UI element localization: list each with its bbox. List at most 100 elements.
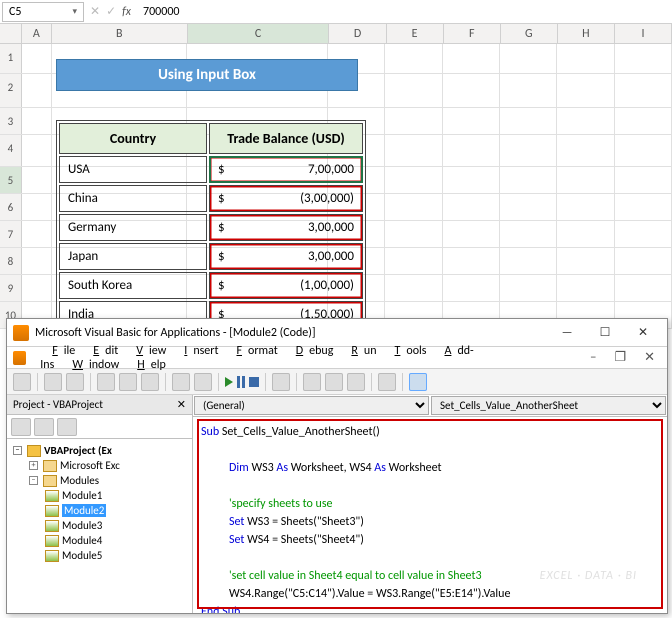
col-header-A[interactable]: A xyxy=(22,24,52,43)
menu-insert[interactable]: Insert xyxy=(172,342,224,360)
country-cell[interactable]: China xyxy=(59,185,207,212)
row-header-8[interactable]: 8 xyxy=(0,248,22,274)
cell[interactable] xyxy=(500,275,557,301)
minimize-button[interactable]: — xyxy=(549,322,585,344)
cell[interactable] xyxy=(500,167,557,193)
break-icon[interactable] xyxy=(237,376,245,388)
balance-cell[interactable]: $3,00,000 xyxy=(209,214,363,241)
table-row[interactable]: South Korea$(1,00,000) xyxy=(59,272,363,299)
object-dropdown[interactable]: (General) xyxy=(194,396,429,415)
design-mode-icon[interactable] xyxy=(272,373,290,391)
row-header-3[interactable]: 3 xyxy=(0,108,22,134)
help-icon[interactable] xyxy=(409,373,427,391)
tree-root[interactable]: −VBAProject (Ex xyxy=(11,443,188,458)
col-header-D[interactable]: D xyxy=(329,24,386,43)
view-code-icon[interactable] xyxy=(11,418,31,436)
row-header-9[interactable]: 9 xyxy=(0,275,22,301)
fx-icon[interactable]: fx xyxy=(122,5,131,19)
cell[interactable] xyxy=(615,74,672,107)
cell[interactable] xyxy=(557,74,614,107)
cell[interactable] xyxy=(557,167,614,193)
select-all-corner[interactable] xyxy=(0,24,22,43)
object-browser-icon[interactable] xyxy=(347,373,365,391)
view-excel-icon[interactable] xyxy=(13,373,31,391)
tree-module-module1[interactable]: Module1 xyxy=(11,488,188,503)
pane-close-icon[interactable]: ✕ xyxy=(177,398,186,411)
row-header-6[interactable]: 6 xyxy=(0,194,22,220)
row-header-4[interactable]: 4 xyxy=(0,135,22,166)
col-header-C[interactable]: C xyxy=(188,24,330,43)
table-row[interactable]: Japan$3,00,000 xyxy=(59,243,363,270)
cell[interactable] xyxy=(557,221,614,247)
col-header-H[interactable]: H xyxy=(558,24,615,43)
table-row[interactable]: Germany$3,00,000 xyxy=(59,214,363,241)
procedure-dropdown[interactable]: Set_Cells_Value_AnotherSheet xyxy=(431,396,666,415)
menu-format[interactable]: Format xyxy=(224,342,283,360)
cell[interactable] xyxy=(615,135,672,166)
cell[interactable] xyxy=(500,108,557,134)
insert-icon[interactable] xyxy=(44,373,62,391)
country-cell[interactable]: Germany xyxy=(59,214,207,241)
cell[interactable] xyxy=(443,44,500,73)
cell[interactable] xyxy=(22,221,52,247)
col-header-E[interactable]: E xyxy=(387,24,444,43)
cell[interactable] xyxy=(443,221,500,247)
cell[interactable] xyxy=(443,275,500,301)
cell[interactable] xyxy=(22,44,52,73)
cell[interactable] xyxy=(615,275,672,301)
cell[interactable] xyxy=(385,248,442,274)
cell[interactable] xyxy=(385,135,442,166)
close-button[interactable]: ✕ xyxy=(625,322,661,344)
cell[interactable] xyxy=(615,108,672,134)
tree-module-module3[interactable]: Module3 xyxy=(11,518,188,533)
balance-cell[interactable]: $3,00,000 xyxy=(209,243,363,270)
tree-module-module2[interactable]: Module2 xyxy=(11,503,188,518)
mdi-minimize-icon[interactable]: – xyxy=(584,348,602,367)
row-header-5[interactable]: 5 xyxy=(0,167,22,193)
run-icon[interactable] xyxy=(225,377,233,387)
cell[interactable] xyxy=(557,194,614,220)
name-box[interactable]: C5 ▾ xyxy=(2,2,84,22)
properties-icon[interactable] xyxy=(325,373,343,391)
country-cell[interactable]: South Korea xyxy=(59,272,207,299)
row-header-1[interactable]: 1 xyxy=(0,44,22,73)
cancel-icon[interactable]: ✕ xyxy=(90,4,100,19)
th-balance[interactable]: Trade Balance (USD) xyxy=(209,123,363,154)
cell[interactable] xyxy=(615,167,672,193)
table-row[interactable]: China$(3,00,000) xyxy=(59,185,363,212)
cell[interactable] xyxy=(500,74,557,107)
cell[interactable] xyxy=(22,135,52,166)
cell[interactable] xyxy=(500,135,557,166)
undo-icon[interactable] xyxy=(172,373,190,391)
toggle-folders-icon[interactable] xyxy=(57,418,77,436)
mdi-restore-icon[interactable]: ❐ xyxy=(608,348,632,367)
maximize-button[interactable]: ☐ xyxy=(587,322,623,344)
country-cell[interactable]: USA xyxy=(59,156,207,183)
cut-icon[interactable] xyxy=(97,373,115,391)
col-header-G[interactable]: G xyxy=(501,24,558,43)
cell[interactable] xyxy=(615,44,672,73)
cell[interactable] xyxy=(500,194,557,220)
accept-icon[interactable]: ✓ xyxy=(106,4,116,19)
cell[interactable] xyxy=(500,221,557,247)
table-row[interactable]: USA$7,00,000 xyxy=(59,156,363,183)
redo-icon[interactable] xyxy=(194,373,212,391)
menu-run[interactable]: Run xyxy=(339,342,382,360)
cell[interactable] xyxy=(443,248,500,274)
cell[interactable] xyxy=(443,135,500,166)
mdi-close-icon[interactable]: ✕ xyxy=(638,348,661,367)
menu-window[interactable]: Window xyxy=(60,356,125,374)
project-explorer-icon[interactable] xyxy=(303,373,321,391)
cell[interactable] xyxy=(385,167,442,193)
menu-tools[interactable]: Tools xyxy=(383,342,433,360)
cell[interactable] xyxy=(443,74,500,107)
save-icon[interactable] xyxy=(66,373,84,391)
cell[interactable] xyxy=(385,74,442,107)
tree-module-module5[interactable]: Module5 xyxy=(11,548,188,563)
cell[interactable] xyxy=(385,44,442,73)
cell[interactable] xyxy=(557,108,614,134)
col-header-I[interactable]: I xyxy=(615,24,672,43)
col-header-F[interactable]: F xyxy=(444,24,501,43)
tree-modules-folder[interactable]: −Modules xyxy=(11,473,188,488)
cell[interactable] xyxy=(443,194,500,220)
